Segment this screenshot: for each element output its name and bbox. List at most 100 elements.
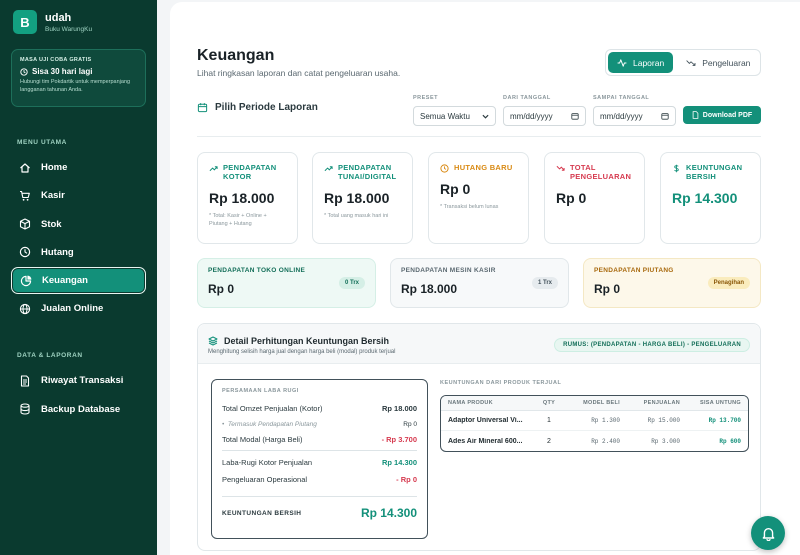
card-keuntungan-bersih: KEUNTUNGAN BERSIH Rp 14.300 <box>660 152 761 244</box>
card-title: PENDAPATAN KOTOR <box>223 163 277 182</box>
omzet-label: Total Omzet Penjualan (Kotor) <box>222 404 323 413</box>
clock-icon <box>19 247 31 258</box>
table-row: Adaptor Universal Vi... 1 Rp 1.300 Rp 15… <box>441 411 748 431</box>
sidebar-item-label: Backup Database <box>41 403 121 415</box>
row-piutang: • Termasuk Pendapatan Piutang Rp 0 <box>222 421 417 428</box>
calendar-icon <box>571 113 579 120</box>
sidebar-item-label: Home <box>41 162 68 173</box>
from-date-value: mm/dd/yyyy <box>510 111 553 121</box>
tab-laporan[interactable]: Laporan <box>608 52 674 73</box>
card-header: KEUNTUNGAN BERSIH <box>672 163 749 182</box>
trial-days-text: Sisa 30 hari lagi <box>32 67 93 76</box>
card-pendapatan-kotor: PENDAPATAN KOTOR Rp 18.000 * Total: Kasi… <box>197 152 298 244</box>
strip-title: PENDAPATAN MESIN KASIR <box>401 267 496 274</box>
content-panel: Keuangan Lihat ringkasan laporan dan cat… <box>170 2 800 555</box>
detail-title-text: Detail Perhitungan Keuntungan Bersih <box>224 336 390 346</box>
net-value: Rp 14.300 <box>360 506 417 520</box>
card-pendapatan-tunai: PENDAPATAN TUNAI/DIGITAL Rp 18.000 * Tot… <box>312 152 413 244</box>
to-date-input[interactable]: mm/dd/yyyy <box>593 106 676 126</box>
to-date-value: mm/dd/yyyy <box>600 111 643 121</box>
sidebar-item-kasir[interactable]: Kasir <box>11 182 146 209</box>
trend-up-icon <box>209 166 218 172</box>
strip-title: PENDAPATAN TOKO ONLINE <box>208 267 306 274</box>
trial-days: Sisa 30 hari lagi <box>20 67 137 76</box>
download-pdf-button[interactable]: Download PDF <box>683 106 761 124</box>
row-modal: Total Modal (Harga Beli) - Rp 3.700 <box>222 435 417 444</box>
card-total-pengeluaran: TOTAL PENGELUARAN Rp 0 <box>544 152 645 244</box>
card-header: PENDAPATAN TUNAI/DIGITAL <box>324 163 401 182</box>
from-date-label: DARI TANGGAL <box>503 95 551 101</box>
detail-title: Detail Perhitungan Keuntungan Bersih <box>208 336 389 346</box>
detail-description: Menghitung selisih harga jual dengan har… <box>208 349 396 355</box>
cell-jual: Rp 15.000 <box>647 417 680 424</box>
main-area: Keuangan Lihat ringkasan laporan dan cat… <box>157 0 800 555</box>
sidebar-item-label: Kasir <box>41 190 65 202</box>
file-icon <box>692 111 699 119</box>
sidebar-item-riwayat-transaksi[interactable]: Riwayat Transaksi <box>11 367 146 394</box>
sidebar: B udah Buku WarungKu MASA UJI COBA GRATI… <box>0 0 157 555</box>
layers-icon <box>208 336 218 346</box>
sidebar-item-backup-database[interactable]: Backup Database <box>11 396 146 423</box>
page-subtitle: Lihat ringkasan laporan dan catat pengel… <box>197 68 401 78</box>
table-row: Ades Air Mineral 600... 2 Rp 2.400 Rp 3.… <box>441 431 748 451</box>
cell-modal: Rp 2.400 <box>591 437 620 445</box>
sidebar-item-label: Hutang <box>41 246 74 258</box>
strip-badge-penagihan[interactable]: Penagihan <box>707 277 750 289</box>
strip-title: PENDAPATAN PIUTANG <box>594 267 674 274</box>
periode-heading: Pilih Periode Laporan <box>197 102 318 113</box>
strip-toko-online: PENDAPATAN TOKO ONLINE Rp 0 0 Trx <box>197 258 376 308</box>
trend-down-icon <box>556 165 565 171</box>
brand[interactable]: B udah Buku WarungKu <box>13 10 146 34</box>
filter-divider <box>197 136 761 137</box>
card-title: HUTANG BARU <box>454 163 513 172</box>
detail-header: Detail Perhitungan Keuntungan Bersih Men… <box>198 324 760 364</box>
download-pdf-label: Download PDF <box>702 111 753 119</box>
from-date-input[interactable]: mm/dd/yyyy <box>503 106 586 126</box>
cell-modal: Rp 1.300 <box>591 417 620 424</box>
brand-logo: B <box>13 10 37 34</box>
laba-value: Rp 14.300 <box>381 458 417 467</box>
sidebar-item-hutang[interactable]: Hutang <box>11 239 146 266</box>
sidebar-item-label: Stok <box>41 218 62 230</box>
ops-value: - Rp 0 <box>396 475 417 484</box>
piutang-label: • Termasuk Pendapatan Piutang <box>222 421 317 428</box>
nav-list-data: Riwayat Transaksi Backup Database <box>11 367 146 422</box>
separator <box>222 450 417 451</box>
col-penjualan: PENJUALAN <box>643 400 680 406</box>
box-icon <box>19 218 31 230</box>
cell-nama: Adaptor Universal Vi... <box>448 417 523 424</box>
sidebar-item-keuangan[interactable]: Keuangan <box>11 267 146 295</box>
clock-icon <box>440 164 449 173</box>
trend-up-icon <box>324 166 333 172</box>
row-operasional: Pengeluaran Operasional - Rp 0 <box>222 475 417 484</box>
row-omzet: Total Omzet Penjualan (Kotor) Rp 18.000 <box>222 404 417 413</box>
database-icon <box>20 403 30 415</box>
nav-section-data: DATA & LAPORAN <box>17 352 83 360</box>
brand-subtitle: Buku WarungKu <box>45 25 93 33</box>
separator <box>222 496 417 497</box>
sidebar-item-home[interactable]: Home <box>11 154 146 181</box>
modal-value: - Rp 3.700 <box>381 435 417 444</box>
activity-icon <box>617 58 627 67</box>
card-header: TOTAL PENGELUARAN <box>556 163 633 182</box>
cell-qty: 1 <box>547 417 551 424</box>
card-header: HUTANG BARU <box>440 163 517 173</box>
piutang-label-text: Termasuk Pendapatan Piutang <box>227 421 317 428</box>
sidebar-item-stok[interactable]: Stok <box>11 211 146 238</box>
produk-table: NAMA PRODUK QTY MODEL BELI PENJUALAN SIS… <box>440 395 749 452</box>
preset-select[interactable]: Semua Waktu <box>413 106 496 126</box>
chevron-down-icon <box>482 114 489 119</box>
trend-down-icon <box>686 59 696 66</box>
cell-jual: Rp 3.000 <box>651 437 680 445</box>
notification-button[interactable] <box>751 516 785 550</box>
cell-nama: Ades Air Mineral 600... <box>448 437 523 445</box>
sidebar-item-jualan-online[interactable]: Jualan Online <box>11 295 146 322</box>
preset-label: PRESET <box>413 95 439 101</box>
tab-pengeluaran[interactable]: Pengeluaran <box>677 52 759 73</box>
card-hutang-baru: HUTANG BARU Rp 0 * Transaksi belum lunas <box>428 152 529 244</box>
clock-icon <box>20 67 28 76</box>
page-title: Keuangan <box>197 47 275 64</box>
periode-label: Pilih Periode Laporan <box>215 102 318 113</box>
trial-description: Hubungi tim Pokdartik untuk memperpanjan… <box>20 79 131 93</box>
card-note: * Total: Kasir + Online + Piutang + Huta… <box>209 212 267 227</box>
